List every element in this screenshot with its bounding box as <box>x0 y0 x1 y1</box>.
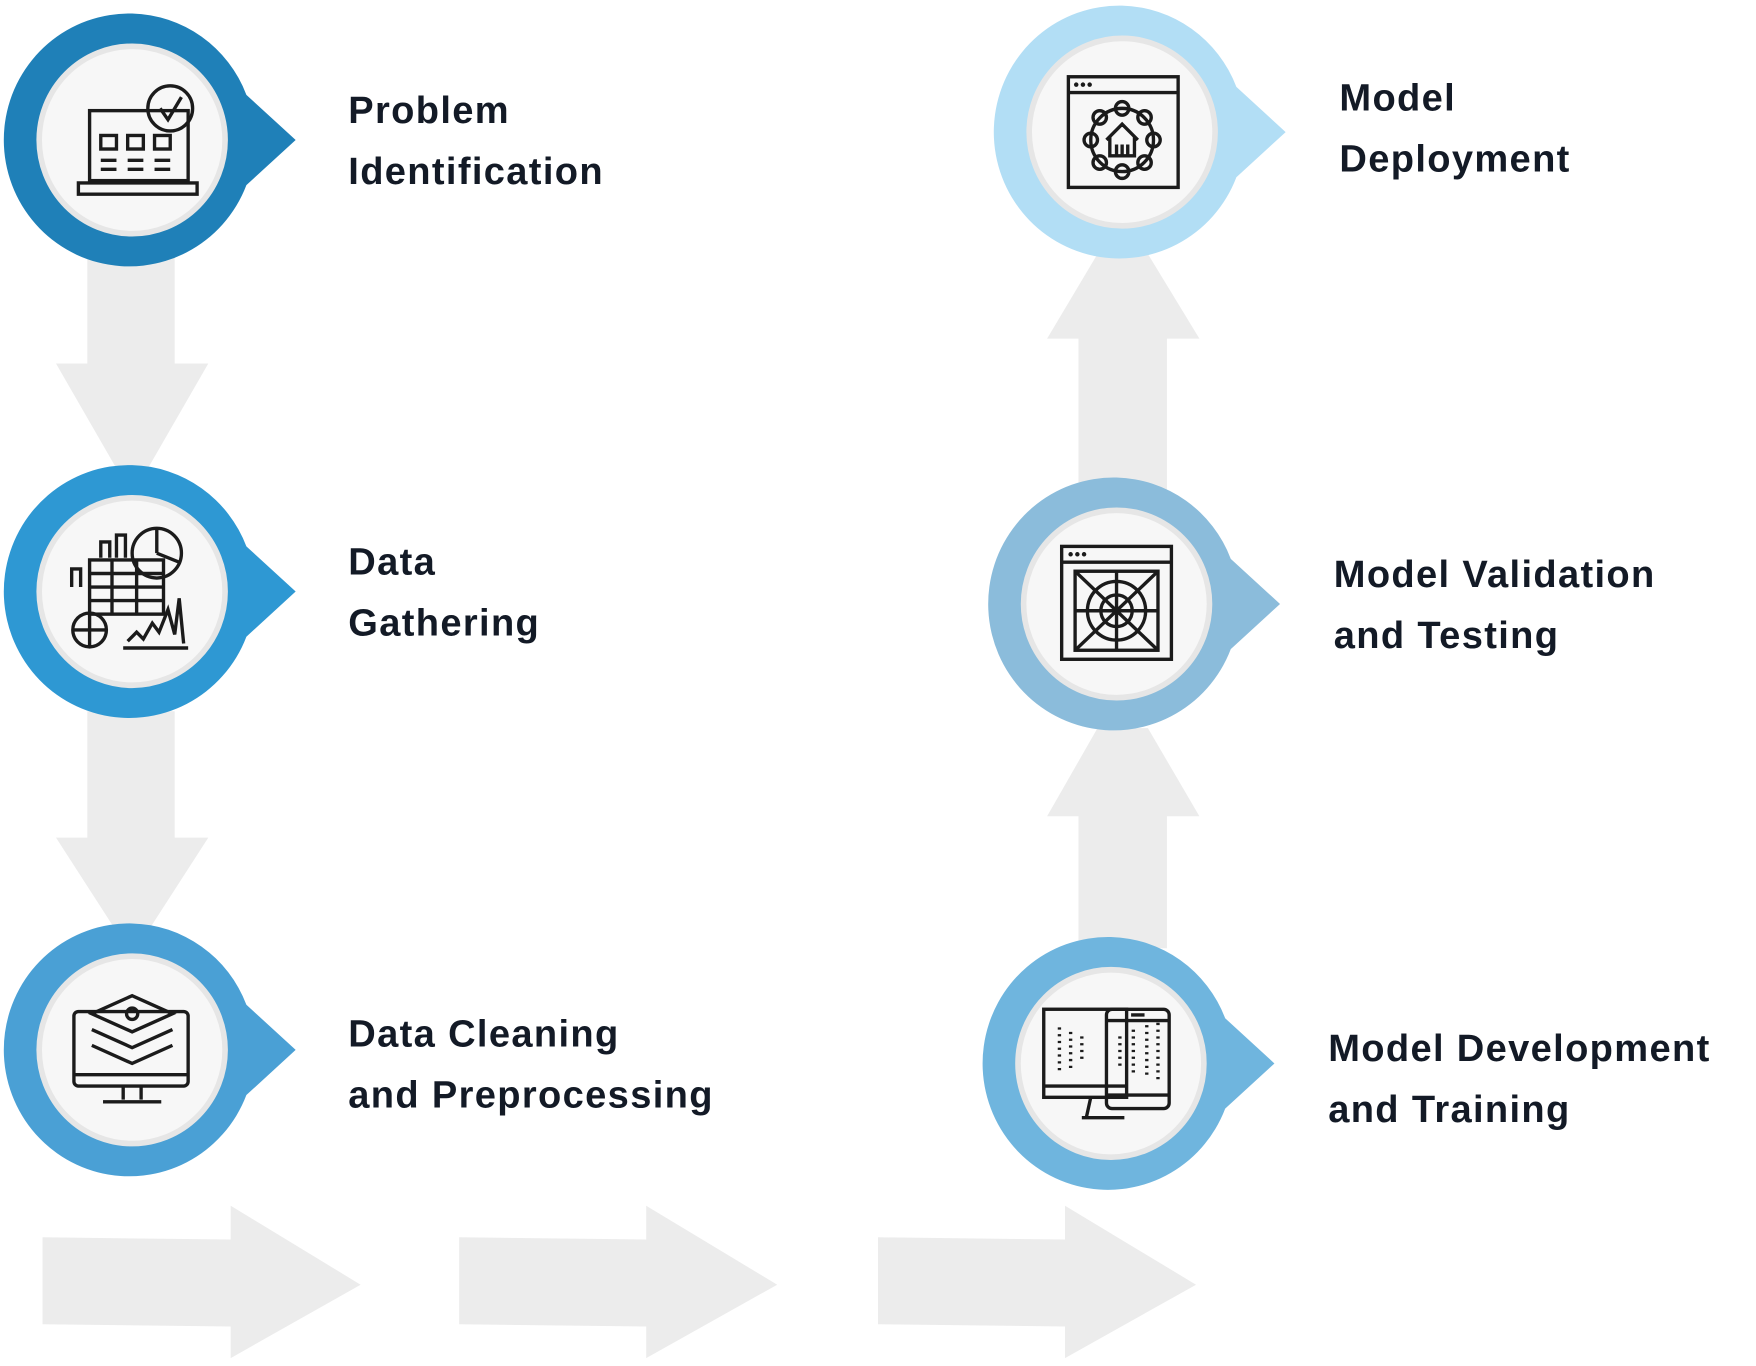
step-title-line1: Model Development <box>1328 1027 1710 1070</box>
step-title-line1: Model Validation <box>1334 553 1656 596</box>
step-model-development: Model Development and Training <box>982 936 1710 1190</box>
diagram-canvas: Problem Identification Data Gathering Da… <box>3 5 1710 1359</box>
arrow-down-2 <box>55 711 209 932</box>
svg-text:and Preprocessing: and Preprocessing <box>348 1073 714 1116</box>
step-title-line2: Gathering <box>348 601 540 644</box>
svg-text:Model Development: Model Development <box>1328 1027 1710 1070</box>
step-title-line2: and Training <box>1328 1088 1570 1131</box>
step-model-validation: Model Validation and Testing <box>988 477 1656 731</box>
step-title-line1: Model <box>1339 76 1456 119</box>
svg-text:and Training: and Training <box>1328 1088 1570 1131</box>
step-problem-identification: Problem Identification <box>3 13 604 267</box>
step-title-line2: Deployment <box>1339 137 1570 180</box>
svg-text:Data: Data <box>348 540 436 583</box>
svg-text:Gathering: Gathering <box>348 601 540 644</box>
svg-text:Data Cleaning: Data Cleaning <box>348 1012 619 1055</box>
svg-text:Deployment: Deployment <box>1339 137 1570 180</box>
arrow-right-1 <box>42 1205 361 1359</box>
step-data-cleaning: Data Cleaning and Preprocessing <box>3 923 714 1177</box>
svg-text:Model Validation: Model Validation <box>1334 553 1656 596</box>
step-title-line2: Identification <box>348 150 604 193</box>
svg-text:Problem: Problem <box>348 89 510 132</box>
step-title-line1: Problem <box>348 89 510 132</box>
arrow-up-2 <box>1047 254 1200 492</box>
step-data-gathering: Data Gathering <box>3 465 540 718</box>
step-title-line1: Data <box>348 540 436 583</box>
step-title-line1: Data Cleaning <box>348 1012 619 1055</box>
svg-text:Identification: Identification <box>348 150 604 193</box>
ml-lifecycle-diagram: Problem Identification Data Gathering Da… <box>0 0 1756 1366</box>
arrow-right-3 <box>878 1205 1197 1359</box>
step-title-line2: and Preprocessing <box>348 1073 714 1116</box>
step-model-deployment: Model Deployment <box>993 5 1570 259</box>
arrow-right-2 <box>459 1205 778 1359</box>
svg-text:and Testing: and Testing <box>1334 614 1560 657</box>
arrow-up-1 <box>1047 728 1200 949</box>
step-title-line2: and Testing <box>1334 614 1560 657</box>
svg-text:Model: Model <box>1339 76 1456 119</box>
arrow-down-1 <box>55 254 209 469</box>
